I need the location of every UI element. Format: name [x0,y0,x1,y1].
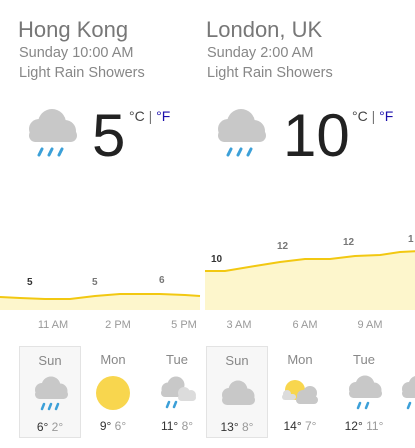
forecast-day-sun[interactable]: Sun 6° 2° [19,346,81,438]
hour-label: 9 AM [357,319,383,331]
low-temp: 8° [181,419,194,433]
day-temperatures: 14° 7° [269,419,331,433]
chart-value-label: 6 [159,275,165,286]
temperature-chart: 5 5 6 [0,275,201,310]
weather-condition: Light Rain Showers [207,65,333,81]
chart-value-label: 12 [343,237,355,248]
high-temp: 13° [220,420,239,434]
low-temp: 8° [242,420,254,434]
hour-label: 11 AM [37,319,69,331]
chart-value-label: 12 [277,241,289,252]
forecast-day-partial[interactable] [396,346,415,438]
day-temperatures: 11° 8° [146,419,208,433]
cloud-icon [222,380,255,405]
day-temperatures: 13° 8° [207,420,267,434]
temperature-chart: 10 12 12 1 [205,234,415,310]
chart-value-label: 5 [92,277,98,288]
hour-label: 6 AM [292,319,318,331]
rain-cloud-icon [402,375,415,410]
fahrenheit-link[interactable]: °F [156,108,170,124]
hour-label: 3 AM [226,319,252,331]
forecast-day-sun[interactable]: Sun 13° 8° [206,346,268,438]
hour-axis: 11 AM 2 PM 5 PM [0,319,203,335]
rain-cloud-icon [35,376,68,411]
forecast-day-mon[interactable]: Mon 9° 6° [82,346,144,438]
low-temp: 6° [114,419,127,433]
low-temp: 11° [366,419,384,433]
low-temp: 7° [305,419,317,433]
day-name: Tue [166,352,188,367]
hour-axis: 3 AM 6 AM 9 AM [205,319,415,335]
high-temp: 11° [160,419,179,433]
partly-cloudy-icon [282,380,318,404]
day-name: Sun [225,353,249,368]
local-time: Sunday 2:00 AM [207,45,314,61]
day-name: Tue [353,352,375,367]
city-name: Hong Kong [18,17,129,42]
chart-value-label: 1 [408,234,414,245]
celsius-unit[interactable]: °C [129,108,145,124]
chart-value-label: 10 [211,254,223,265]
low-temp: 2° [51,420,64,434]
city-name: London, UK [206,17,323,42]
day-name: Sun [38,353,62,368]
current-temperature: 5 [92,102,126,169]
day-name: Mon [287,352,313,367]
forecast-day-mon[interactable]: Mon 14° 7° [269,346,331,438]
high-temp: 6° [36,420,49,434]
weather-panel-hong-kong: Hong Kong Sunday 10:00 AM Light Rain Sho… [0,0,203,448]
local-time: Sunday 10:00 AM [19,45,134,61]
day-temperatures: 9° 6° [82,419,144,433]
fahrenheit-link[interactable]: °F [379,108,393,124]
day-temperatures: 12° 11° [333,419,395,433]
high-temp: 14° [283,419,302,433]
celsius-unit[interactable]: °C [352,108,368,124]
forecast-day-tue[interactable]: Tue 11° 8° [146,346,208,438]
high-temp: 9° [99,419,112,433]
weather-panel-london: London, UK Sunday 2:00 AM Light Rain Sho… [205,0,415,448]
unit-separator: | [148,108,153,124]
day-name: Mon [100,352,126,367]
hour-label: 2 PM [105,319,131,331]
weather-condition: Light Rain Showers [19,65,145,81]
forecast-day-tue[interactable]: Tue 12° 11° [333,346,395,438]
unit-separator: | [371,108,376,124]
sun-icon [96,376,130,410]
high-temp: 12° [344,419,363,433]
rain-cloud-icon [218,109,266,157]
rain-cloud-icon [29,109,77,157]
rain-cloud-icon [161,376,196,409]
day-temperatures: 6° 2° [20,420,80,434]
hour-label: 5 PM [171,319,197,331]
current-temperature: 10 [283,102,350,169]
unit-toggle: °C | °F [129,108,170,124]
unit-toggle: °C | °F [352,108,393,124]
rain-cloud-icon [349,375,382,410]
chart-value-label: 5 [27,277,33,288]
